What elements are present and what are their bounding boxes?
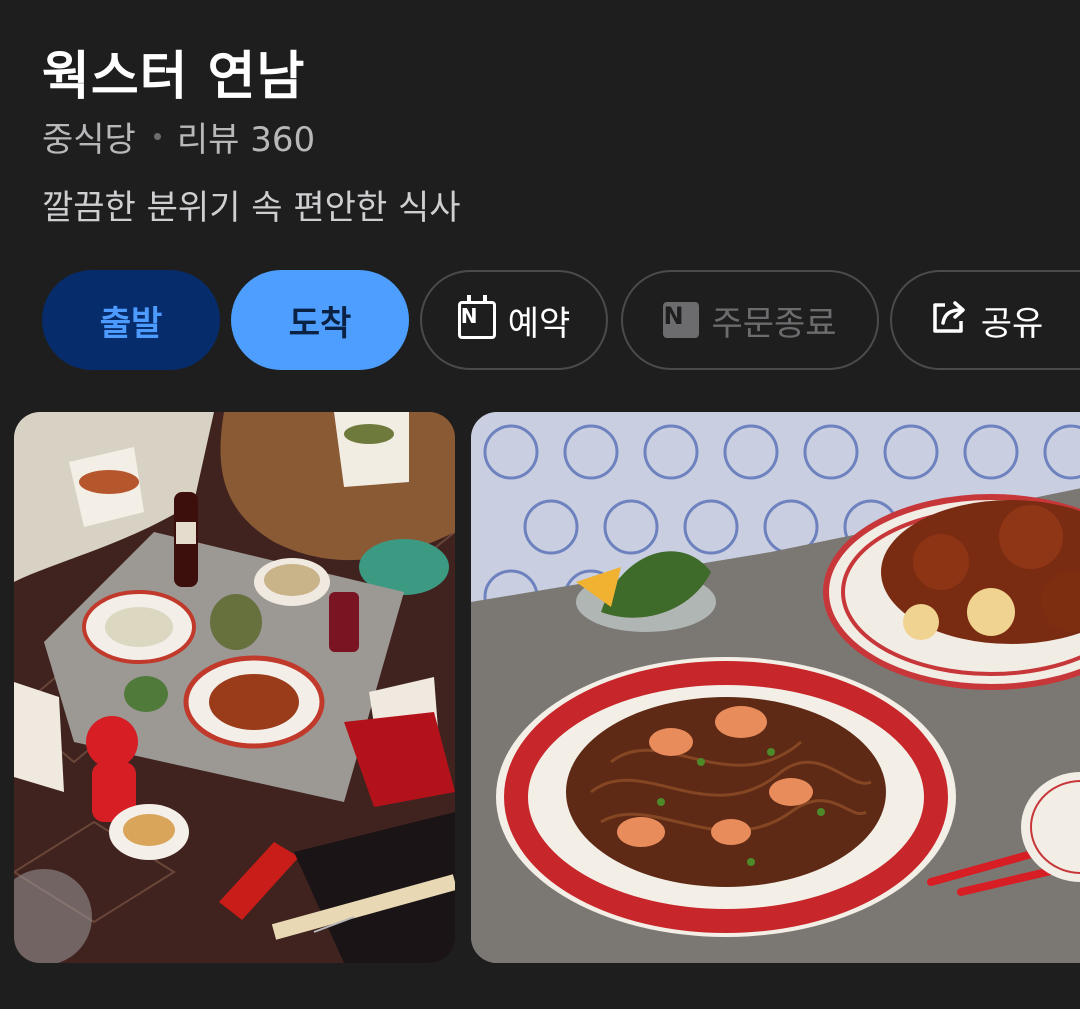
depart-button[interactable]: 출발 — [42, 270, 220, 370]
naver-n-icon: N — [663, 302, 700, 338]
arrive-button[interactable]: 도착 — [231, 270, 409, 370]
category-label[interactable]: 중식당 — [42, 112, 136, 161]
action-buttons: 출발 도착 N 예약 N 주문종료 공유 — [42, 270, 1080, 370]
reserve-button[interactable]: N 예약 — [420, 270, 608, 370]
place-description: 깔끔한 분위기 속 편안한 식사 — [42, 188, 461, 228]
place-title: 웍스터 연남 — [42, 47, 306, 107]
separator-dot — [153, 133, 161, 140]
place-meta: 중식당 리뷰 360 — [42, 112, 315, 161]
share-button[interactable]: 공유 — [890, 270, 1080, 370]
depart-label: 출발 — [99, 303, 163, 344]
reserve-label: 예약 — [507, 303, 571, 344]
order-button[interactable]: N 주문종료 — [621, 270, 879, 370]
arrive-label: 도착 — [288, 303, 352, 344]
order-label: 주문종료 — [711, 303, 837, 344]
share-icon — [929, 297, 969, 344]
noodle-dish-photo[interactable] — [471, 412, 1080, 963]
food-spread-photo[interactable] — [14, 412, 455, 963]
review-count-link[interactable]: 리뷰 360 — [177, 112, 315, 161]
share-label: 공유 — [980, 303, 1044, 344]
naver-calendar-icon: N — [457, 295, 496, 339]
photo-carousel[interactable] — [14, 412, 1080, 963]
